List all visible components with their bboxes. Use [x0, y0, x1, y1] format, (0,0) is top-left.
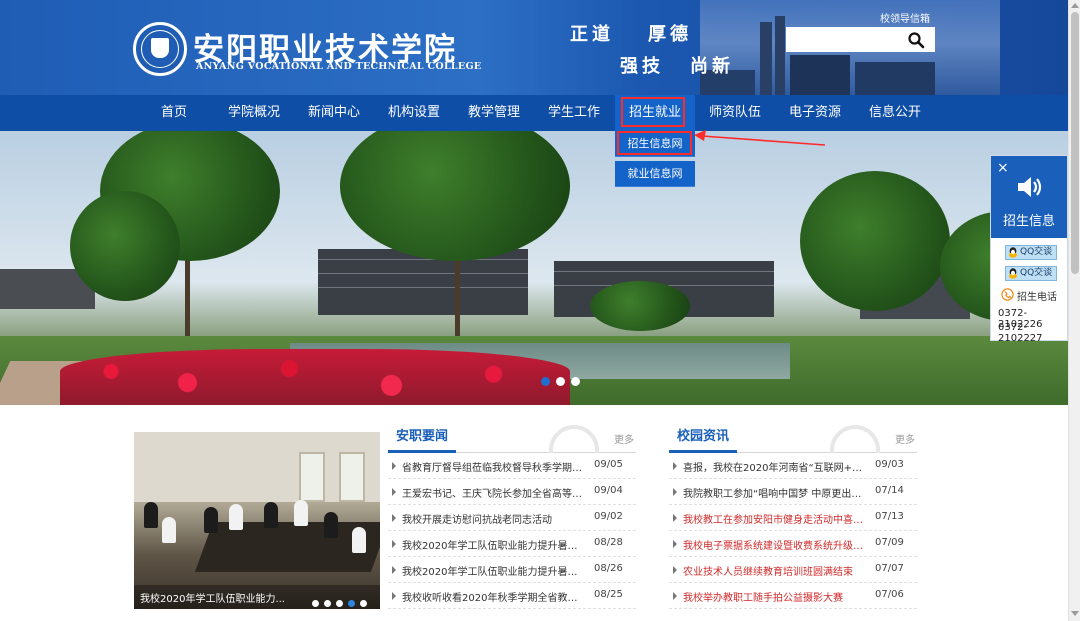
nav-admission-employment[interactable]: 招生就业: [615, 95, 695, 131]
bullet-arrow-icon: [673, 540, 677, 548]
news-item[interactable]: 我校教工在参加安阳市健身走活动中喜获... 07/13: [669, 505, 917, 531]
photo-dot-1[interactable]: [312, 600, 319, 607]
nav-students[interactable]: 学生工作: [534, 95, 614, 131]
widget-title: 招生信息: [1002, 214, 1055, 229]
bullet-arrow-icon: [673, 592, 677, 600]
bullet-arrow-icon: [673, 514, 677, 522]
dropdown-admission-info[interactable]: 招生信息网: [615, 131, 695, 157]
phone-number-2: 0372-2102227: [998, 322, 1043, 344]
search-icon[interactable]: [907, 31, 925, 49]
column-title[interactable]: 安职要闻: [388, 425, 457, 453]
dropdown-employment-info[interactable]: 就业信息网: [615, 161, 695, 187]
nav-e-resources[interactable]: 电子资源: [775, 95, 855, 131]
bullet-arrow-icon: [392, 592, 396, 600]
news-item[interactable]: 我校2020年学工队伍职业能力提升暑期培... 08/26: [388, 557, 636, 583]
college-seal-logo[interactable]: [133, 22, 187, 76]
nav-info-disclosure[interactable]: 信息公开: [855, 95, 935, 131]
news-item[interactable]: 我校开展走访慰问抗战老同志活动 09/02: [388, 505, 636, 531]
admission-contact-widget: × 招生信息 QQ交谈 QQ交谈 招生电话 0372-2102226 0372-…: [990, 155, 1068, 344]
photo-caption[interactable]: 我校2020年学工队伍职业能力...: [140, 590, 285, 605]
flower-bed: [60, 349, 570, 405]
bullet-arrow-icon: [392, 540, 396, 548]
phone-icon: [1001, 288, 1014, 301]
motto-1: 正道: [570, 24, 614, 45]
watermark-seal: [824, 425, 886, 453]
banner-dot-1[interactable]: [541, 377, 550, 386]
college-name-en: ANYANG VOCATIONAL AND TECHNICAL COLLEGE: [196, 61, 482, 72]
motto-4: 尚新: [690, 56, 734, 77]
page-scrollbar[interactable]: [1068, 0, 1080, 621]
news-item[interactable]: 我校电子票据系统建设暨收费系统升级专... 07/09: [669, 531, 917, 557]
watermark-seal: [543, 425, 605, 453]
nav-departments[interactable]: 机构设置: [374, 95, 454, 131]
admission-dropdown: 招生信息网 就业信息网: [615, 131, 695, 187]
bullet-arrow-icon: [673, 462, 677, 470]
president-mailbox-link[interactable]: 校领导信箱: [880, 10, 930, 25]
bullet-arrow-icon: [392, 462, 396, 470]
motto-3: 强技: [620, 56, 664, 77]
photo-dot-2[interactable]: [324, 600, 331, 607]
scroll-thumb[interactable]: [1071, 12, 1079, 274]
banner-dot-3[interactable]: [571, 377, 580, 386]
bullet-arrow-icon: [673, 566, 677, 574]
qq-penguin-icon: [1009, 268, 1017, 279]
more-link[interactable]: 更多: [614, 431, 634, 446]
banner-pagination: [541, 371, 586, 390]
hero-banner[interactable]: [0, 131, 1068, 405]
speaker-icon: [1018, 177, 1042, 197]
admission-phone-label: 招生电话: [1001, 288, 1057, 303]
qq-chat-button-1[interactable]: QQ交谈: [1005, 245, 1057, 260]
site-header: 安阳职业技术学院 ANYANG VOCATIONAL AND TECHNICAL…: [0, 0, 1068, 95]
qq-penguin-icon: [1009, 247, 1017, 258]
nav-news[interactable]: 新闻中心: [294, 95, 374, 131]
more-link[interactable]: 更多: [895, 431, 915, 446]
annotation-arrow-icon: [694, 130, 826, 146]
news-item[interactable]: 王爱宏书记、王庆飞院长参加全省高等职... 09/04: [388, 479, 636, 505]
qq-chat-label: QQ交谈: [1020, 247, 1053, 257]
nav-teaching[interactable]: 教学管理: [454, 95, 534, 131]
news-item[interactable]: 农业技术人员继续教育培训班圆满结束 07/07: [669, 557, 917, 583]
photo-news-slider[interactable]: 我校2020年学工队伍职业能力...: [134, 432, 380, 609]
photo-dot-5[interactable]: [360, 600, 367, 607]
banner-dot-2[interactable]: [556, 377, 565, 386]
scroll-up-arrow-icon[interactable]: [1071, 3, 1079, 8]
news-item[interactable]: 我校2020年学工队伍职业能力提升暑期培... 08/28: [388, 531, 636, 557]
bullet-arrow-icon: [673, 488, 677, 496]
news-item[interactable]: 我院教职工参加“唱响中国梦 中原更出彩... 07/14: [669, 479, 917, 505]
main-nav: 首页 学院概况 新闻中心 机构设置 教学管理 学生工作 招生就业 师资队伍 电子…: [0, 95, 1068, 131]
photo-dot-4[interactable]: [348, 600, 355, 607]
qq-chat-label: QQ交谈: [1020, 268, 1053, 278]
news-item[interactable]: 省教育厅督导组莅临我校督导秋季学期疫... 09/05: [388, 453, 636, 479]
nav-faculty[interactable]: 师资队伍: [695, 95, 775, 131]
news-item[interactable]: 喜报，我校在2020年河南省“互联网+”大... 09/03: [669, 453, 917, 479]
close-icon[interactable]: ×: [997, 160, 1009, 176]
search-box: [786, 27, 935, 52]
photo-pagination: [312, 592, 372, 609]
news-item[interactable]: 我校收听收看2020年秋季学期全省教育系... 08/25: [388, 583, 636, 609]
qq-chat-button-2[interactable]: QQ交谈: [1005, 266, 1057, 281]
motto-2: 厚德: [648, 24, 692, 45]
scroll-down-arrow-icon[interactable]: [1071, 611, 1079, 616]
nav-home[interactable]: 首页: [134, 95, 214, 131]
bullet-arrow-icon: [392, 514, 396, 522]
column-title[interactable]: 校园资讯: [669, 425, 738, 453]
photo-dot-3[interactable]: [336, 600, 343, 607]
search-input[interactable]: [786, 27, 906, 52]
news-item[interactable]: 我校举办教职工随手拍公益摄影大赛 07/06: [669, 583, 917, 609]
bullet-arrow-icon: [392, 488, 396, 496]
bullet-arrow-icon: [392, 566, 396, 574]
nav-about[interactable]: 学院概况: [214, 95, 294, 131]
